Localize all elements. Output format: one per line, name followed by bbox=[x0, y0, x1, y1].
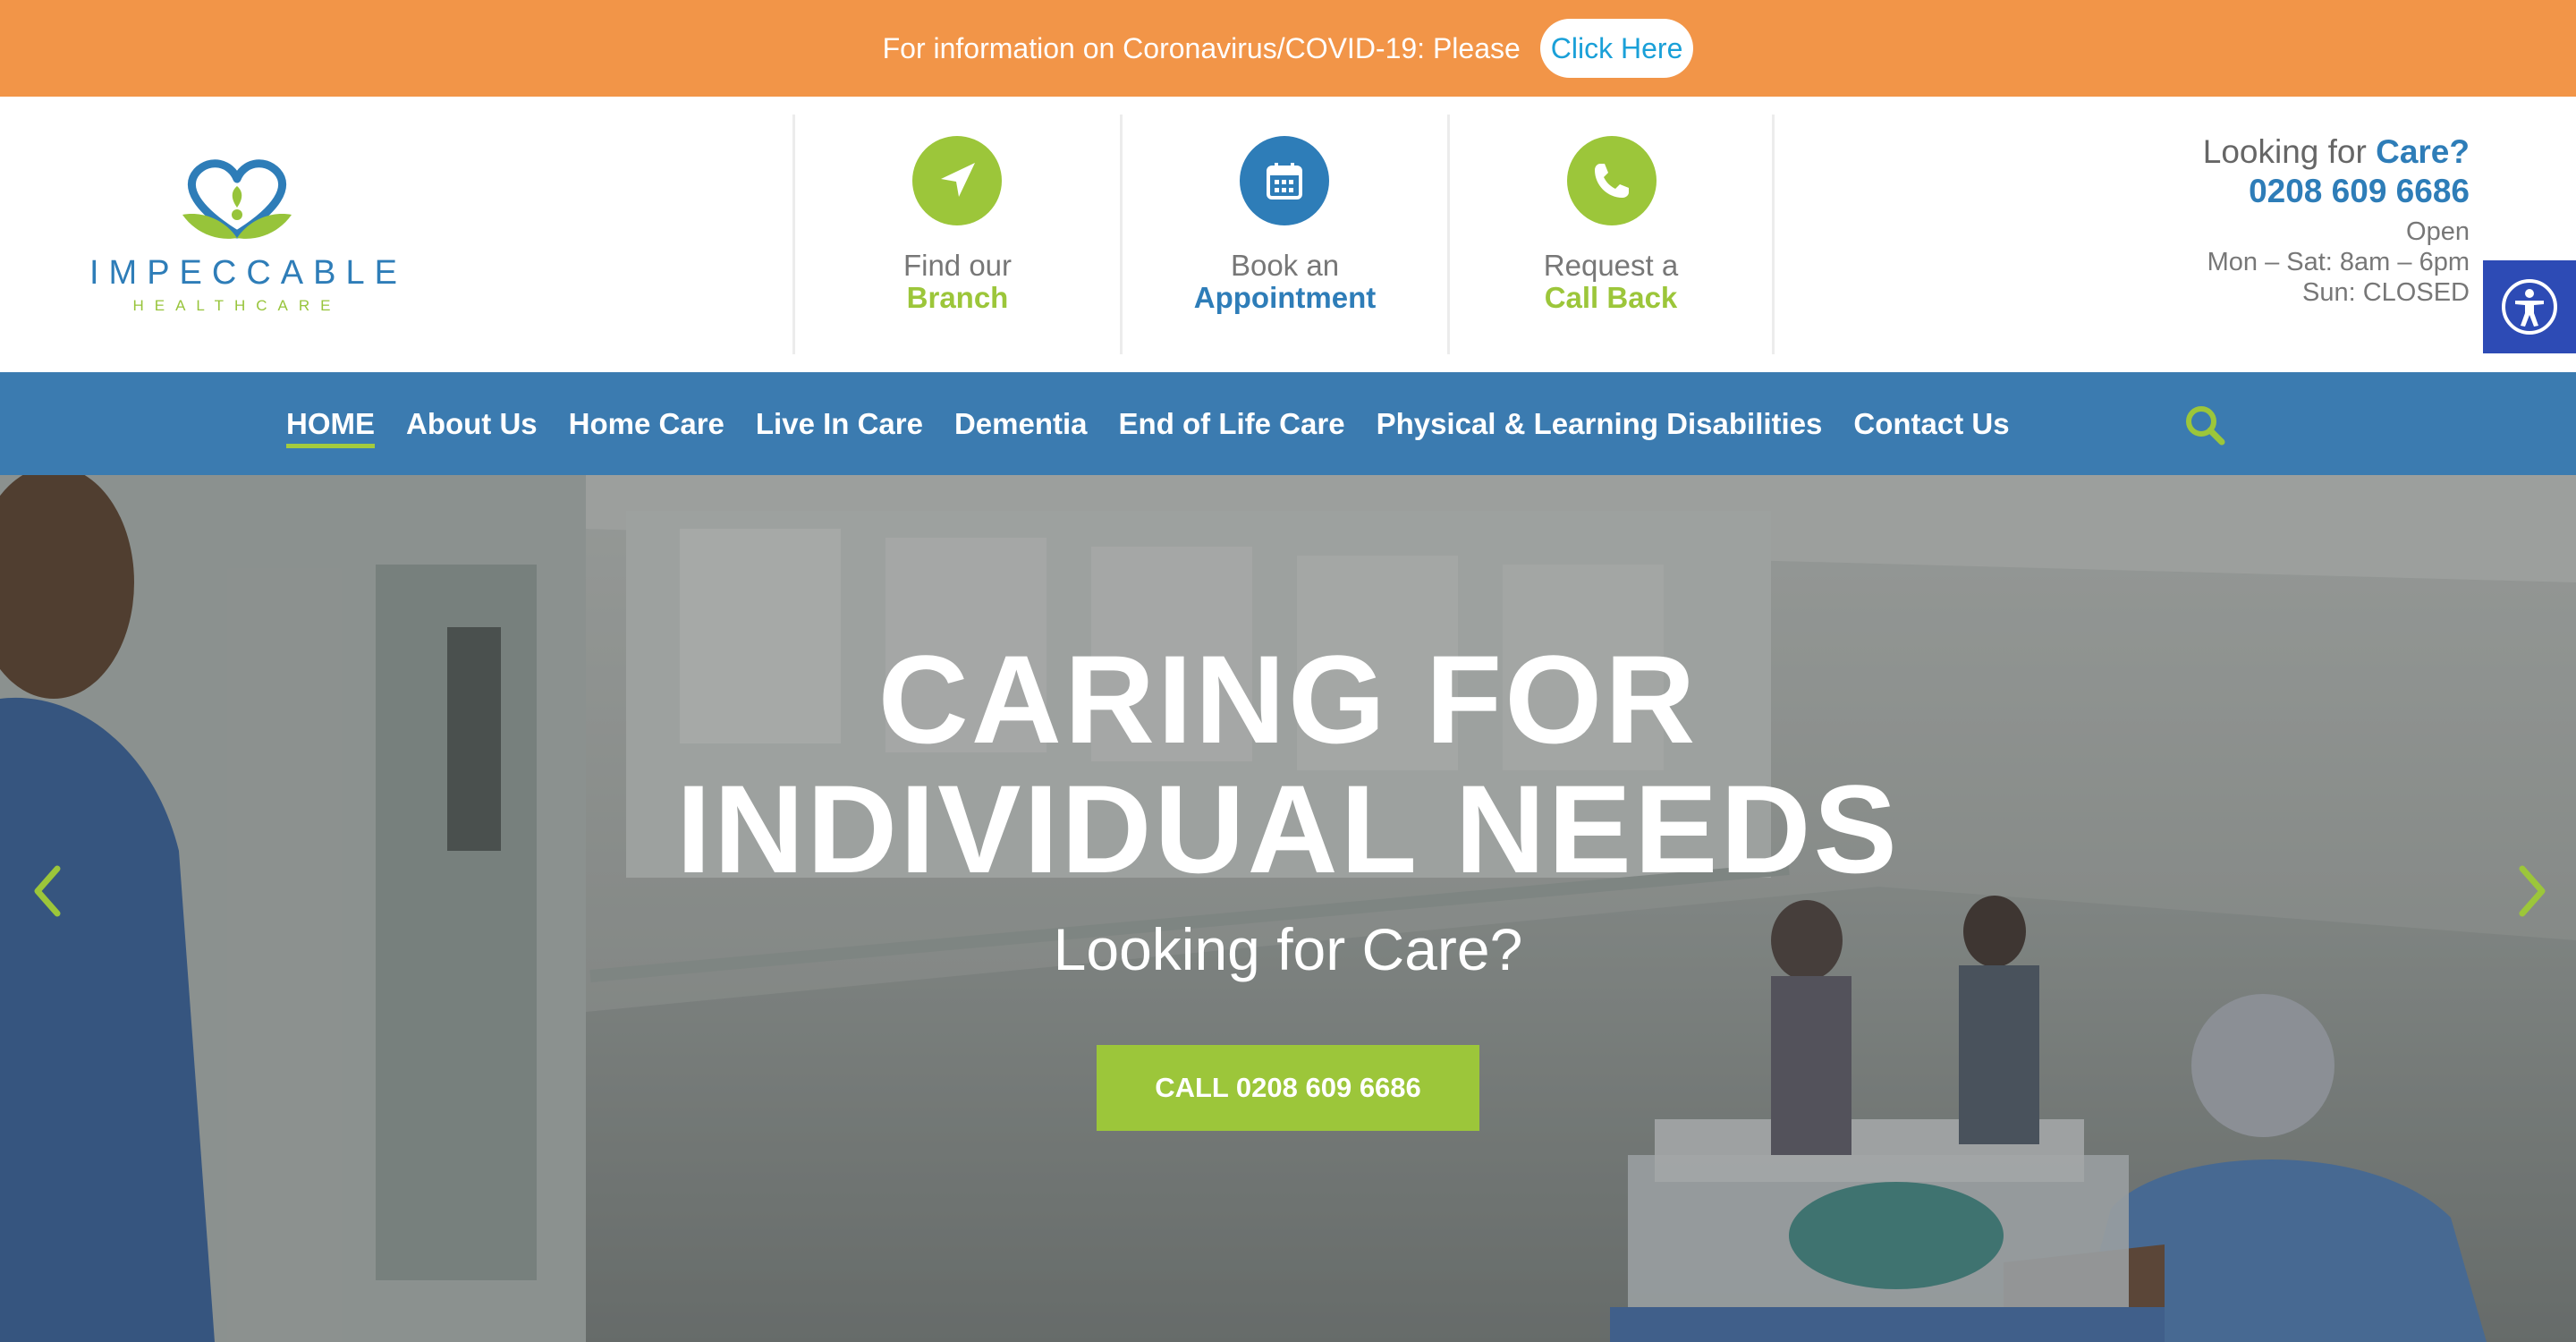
announcement-text: For information on Coronavirus/COVID-19:… bbox=[882, 31, 1521, 64]
nav-item-about-us[interactable]: About Us bbox=[406, 407, 538, 441]
hours-sunday: Sun: CLOSED bbox=[2302, 278, 2470, 307]
header-phone-link[interactable]: 0208 609 6686 bbox=[2203, 172, 2470, 211]
logo-title: IMPECCABLE bbox=[89, 254, 407, 292]
nav-item-dementia[interactable]: Dementia bbox=[954, 407, 1088, 441]
chevron-left-icon[interactable] bbox=[20, 833, 73, 949]
hero-overlay bbox=[0, 475, 2576, 1342]
navigation-arrow-icon bbox=[912, 136, 1002, 225]
find-branch-line1: Find our bbox=[902, 249, 1013, 282]
hero-title: CARING FOR INDIVIDUAL NEEDS bbox=[0, 634, 2576, 894]
phone-icon bbox=[1567, 136, 1657, 225]
hero-call-button[interactable]: CALL 0208 609 6686 bbox=[1097, 1045, 1479, 1131]
nav-item-home-care[interactable]: Home Care bbox=[569, 407, 724, 441]
request-call-back-button[interactable]: Request a Call Back bbox=[1447, 115, 1775, 354]
looking-bold: Care? bbox=[2376, 133, 2470, 170]
book-appointment-button[interactable]: Book an Appointment bbox=[1120, 115, 1447, 354]
accessibility-icon bbox=[2502, 279, 2557, 335]
looking-prefix: Looking for bbox=[2202, 133, 2377, 170]
main-navigation: HOME About Us Home Care Live In Care Dem… bbox=[0, 372, 2576, 475]
book-appointment-line1: Book an bbox=[1230, 249, 1340, 282]
open-label: Open bbox=[2406, 217, 2470, 246]
find-branch-line2: Branch bbox=[906, 281, 1009, 314]
hours-weekday: Mon – Sat: 8am – 6pm bbox=[2207, 248, 2470, 276]
find-branch-button[interactable]: Find our Branch bbox=[792, 115, 1120, 354]
nav-item-contact-us[interactable]: Contact Us bbox=[1853, 407, 2009, 441]
nav-item-disabilities[interactable]: Physical & Learning Disabilities bbox=[1377, 407, 1823, 441]
nav-item-end-of-life-care[interactable]: End of Life Care bbox=[1119, 407, 1345, 441]
chevron-right-icon[interactable] bbox=[2506, 833, 2560, 949]
request-call-back-line1: Request a bbox=[1543, 249, 1679, 282]
calendar-icon bbox=[1240, 136, 1329, 225]
hero-title-line1: CARING FOR bbox=[877, 629, 1699, 769]
book-appointment-line2: Appointment bbox=[1193, 281, 1377, 314]
covid-announcement-bar: For information on Coronavirus/COVID-19:… bbox=[0, 0, 2576, 97]
hero-title-line2: INDIVIDUAL NEEDS bbox=[676, 759, 1900, 899]
hero-slider: CARING FOR INDIVIDUAL NEEDS Looking for … bbox=[0, 475, 2576, 1342]
contact-info: Looking for Care? 0208 609 6686 Open Mon… bbox=[2203, 132, 2470, 308]
logo-subtitle: HEALTHCARE bbox=[132, 297, 342, 314]
accessibility-button[interactable] bbox=[2483, 260, 2576, 353]
nav-item-home[interactable]: HOME bbox=[286, 407, 375, 448]
heart-hands-logo-icon bbox=[182, 159, 292, 239]
logo[interactable]: IMPECCABLE HEALTHCARE bbox=[89, 156, 407, 335]
opening-hours: Open Mon – Sat: 8am – 6pm Sun: CLOSED bbox=[2203, 217, 2470, 308]
nav-item-live-in-care[interactable]: Live In Care bbox=[756, 407, 923, 441]
quick-actions: Find our Branch Book an Appointment Requ… bbox=[792, 115, 1775, 354]
looking-for-care: Looking for Care? bbox=[2203, 132, 2470, 172]
search-icon[interactable] bbox=[2182, 403, 2227, 447]
site-header: IMPECCABLE HEALTHCARE Find our Branch Bo… bbox=[0, 97, 2576, 372]
click-here-button[interactable]: Click Here bbox=[1539, 19, 1694, 78]
request-call-back-line2: Call Back bbox=[1544, 281, 1678, 314]
hero-subtitle: Looking for Care? bbox=[1053, 916, 1523, 982]
